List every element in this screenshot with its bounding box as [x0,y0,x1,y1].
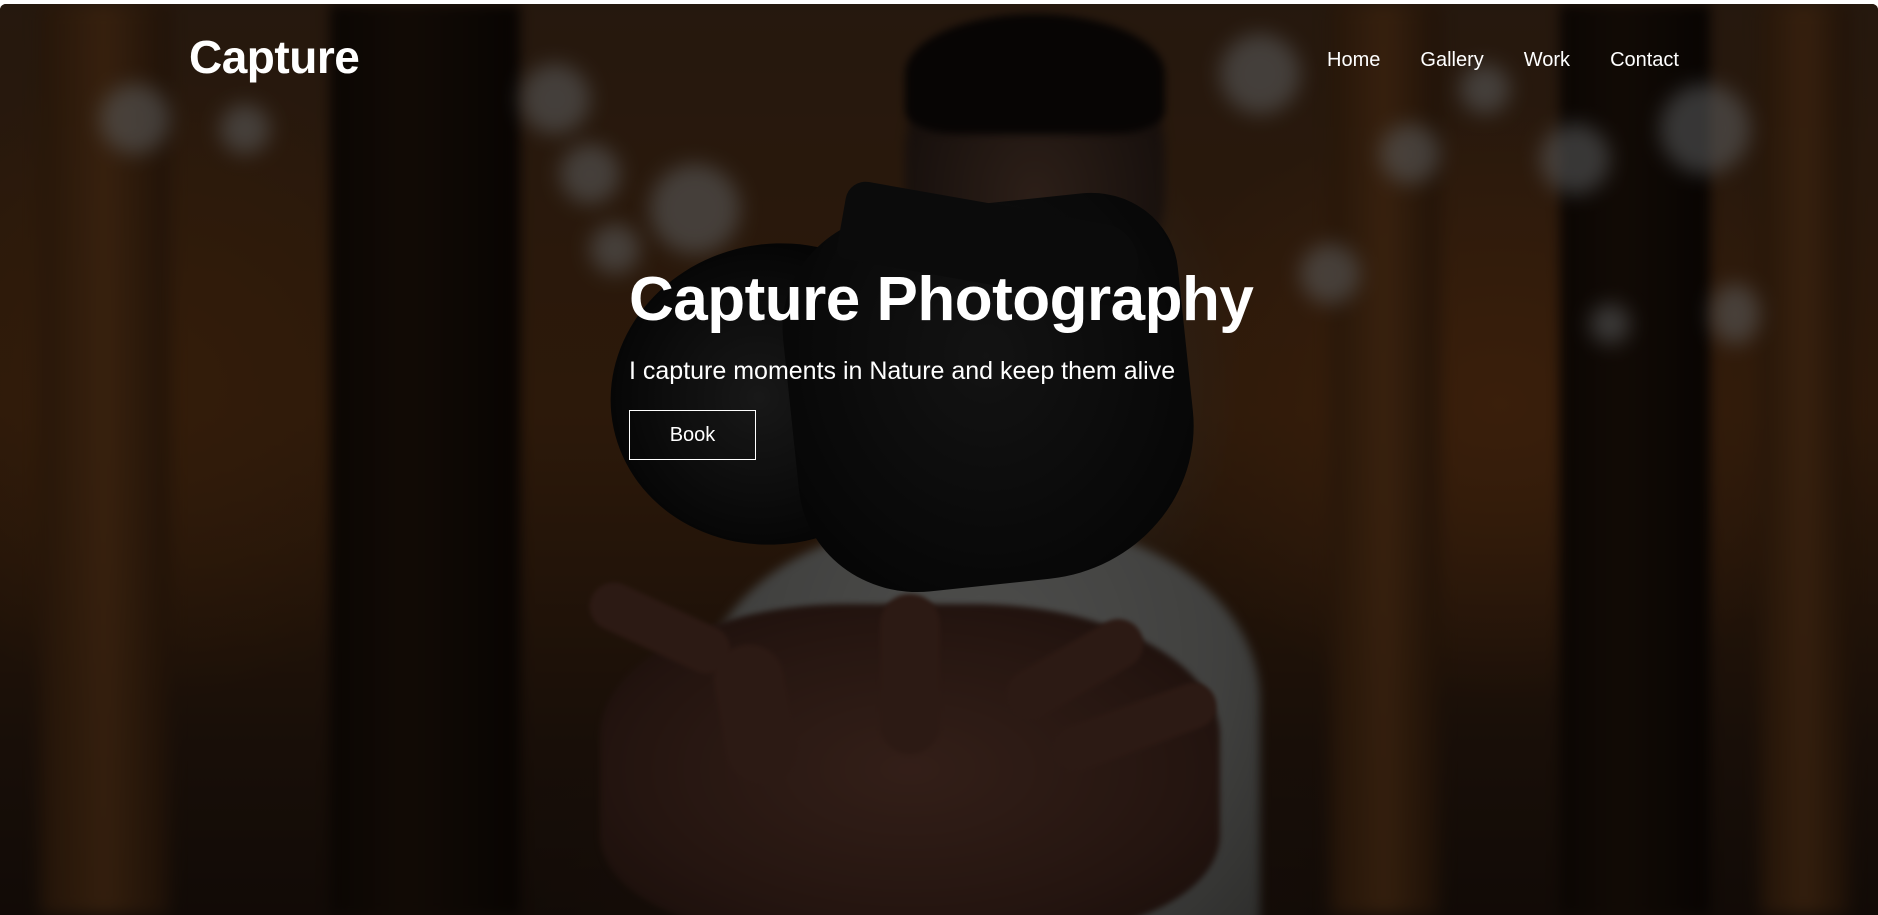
nav-link-gallery[interactable]: Gallery [1420,49,1483,71]
site-logo[interactable]: Capture [189,32,360,83]
nav-link-work[interactable]: Work [1524,49,1570,71]
hero-content: Capture Photography I capture moments in… [629,265,1349,461]
nav-item: Home [1327,50,1380,71]
nav-menu: Home Gallery Work Contact [1327,50,1679,71]
hero-subtitle: I capture moments in Nature and keep the… [629,357,1176,386]
hero-title: Capture Photography [629,265,1254,334]
nav-item: Work [1524,50,1570,71]
nav-link-contact[interactable]: Contact [1610,49,1679,71]
navbar: Capture Home Gallery Work Contact [0,4,1878,104]
nav-link-home[interactable]: Home [1327,49,1380,71]
nav-item: Contact [1610,50,1679,71]
nav-item: Gallery [1420,50,1483,71]
hero-section: Capture Home Gallery Work Contact Captur… [0,4,1878,915]
book-button[interactable]: Book [629,410,756,461]
